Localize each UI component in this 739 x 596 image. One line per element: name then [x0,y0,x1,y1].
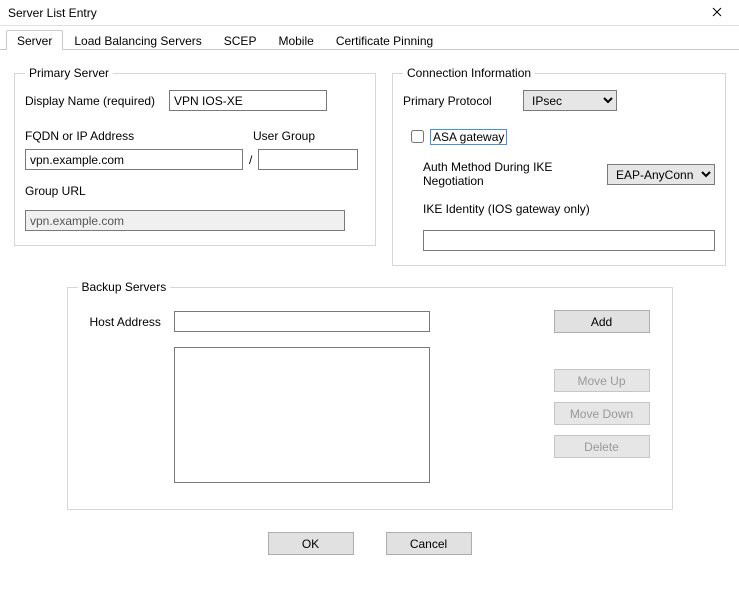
content-area: Primary Server Display Name (required) F… [0,50,739,571]
tab-load-balancing-servers[interactable]: Load Balancing Servers [63,30,212,49]
user-group-input[interactable] [258,149,358,170]
window-title: Server List Entry [8,6,97,20]
tab-scep[interactable]: SCEP [213,30,268,49]
delete-button[interactable]: Delete [554,435,650,458]
primary-server-group: Primary Server Display Name (required) F… [14,66,376,246]
display-name-label: Display Name (required) [25,94,155,108]
tab-bar: Server Load Balancing Servers SCEP Mobil… [0,26,739,50]
group-url-input [25,210,345,231]
move-down-button[interactable]: Move Down [554,402,650,425]
ike-identity-label: IKE Identity (IOS gateway only) [423,202,715,216]
title-bar: Server List Entry [0,0,739,26]
group-url-label: Group URL [25,184,365,198]
auth-method-label: Auth Method During IKE Negotiation [423,160,607,188]
cancel-button[interactable]: Cancel [386,532,472,555]
add-button[interactable]: Add [554,310,650,333]
fqdn-slash: / [249,153,252,167]
asa-gateway-checkbox[interactable] [411,130,424,143]
host-address-input[interactable] [174,311,430,332]
ok-button[interactable]: OK [268,532,354,555]
close-icon[interactable] [703,3,731,23]
host-address-label: Host Address [90,315,174,329]
fqdn-label: FQDN or IP Address [25,129,245,143]
backup-servers-listbox[interactable] [174,347,430,483]
primary-server-legend: Primary Server [25,66,113,80]
backup-servers-group: Backup Servers Host Address Add Move Up … [67,280,673,510]
ike-identity-input[interactable] [423,230,715,251]
asa-gateway-label: ASA gateway [430,129,507,145]
auth-method-select[interactable]: EAP-AnyConnect [607,164,715,185]
fqdn-input[interactable] [25,149,243,170]
tab-certificate-pinning[interactable]: Certificate Pinning [325,30,444,49]
display-name-input[interactable] [169,90,327,111]
connection-information-legend: Connection Information [403,66,535,80]
dialog-buttons: OK Cancel [14,510,725,563]
primary-protocol-label: Primary Protocol [403,94,523,108]
user-group-label: User Group [253,129,353,143]
primary-protocol-select[interactable]: IPsec [523,90,617,111]
backup-servers-legend: Backup Servers [78,280,171,294]
connection-information-group: Connection Information Primary Protocol … [392,66,726,266]
tab-server[interactable]: Server [6,30,63,49]
tab-mobile[interactable]: Mobile [267,30,324,49]
move-up-button[interactable]: Move Up [554,369,650,392]
